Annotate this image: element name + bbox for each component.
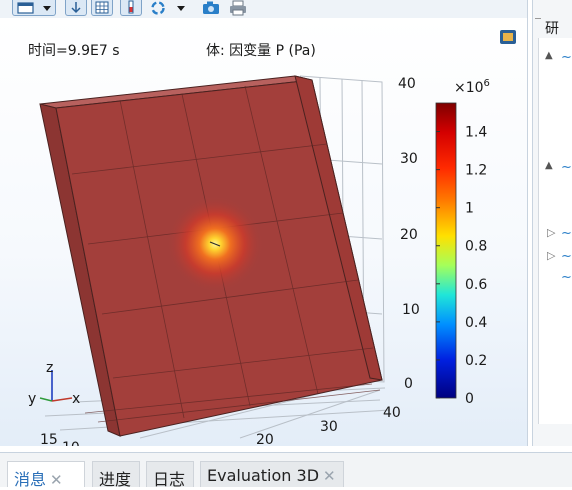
colorbar-tick-label: 0 bbox=[465, 391, 474, 407]
tab-progress[interactable]: 进度 bbox=[92, 461, 140, 489]
x-tick-label: 40 bbox=[383, 405, 401, 421]
colorbar-tick-label: 0.4 bbox=[465, 315, 487, 331]
bottom-tab-bar: 消息 ✕ 进度 日志 Evaluation 3D ✕ bbox=[0, 452, 572, 489]
camera-button[interactable] bbox=[200, 0, 222, 16]
settings-tree[interactable]: ▲ ~ ▲ ~ ▷ ~ ▷ ~ ~ bbox=[538, 38, 572, 424]
view-dropdown-button[interactable] bbox=[12, 0, 56, 16]
rotate-button[interactable] bbox=[148, 0, 170, 16]
z-tick-label: 0 bbox=[404, 376, 413, 392]
z-tick-label: 40 bbox=[398, 76, 416, 92]
z-tick-label: 20 bbox=[400, 227, 418, 243]
colorbar-tick-label: 0.6 bbox=[465, 277, 487, 293]
panel-title: 研 bbox=[545, 21, 559, 37]
colorbar-tick-label: 0.2 bbox=[465, 353, 487, 369]
expand-arrow-icon[interactable]: ▲ bbox=[545, 50, 553, 61]
tab-log[interactable]: 日志 bbox=[146, 461, 194, 489]
rotate-dropdown-button[interactable] bbox=[173, 0, 189, 16]
grid-button[interactable] bbox=[91, 0, 113, 16]
print-button[interactable] bbox=[227, 0, 249, 16]
grid-icon bbox=[95, 1, 109, 13]
rotate-icon bbox=[151, 1, 165, 15]
tab-messages[interactable]: 消息 ✕ bbox=[7, 461, 85, 489]
scene-light-button[interactable] bbox=[120, 0, 142, 16]
zoom-extents-button[interactable] bbox=[65, 0, 87, 16]
close-icon[interactable]: ✕ bbox=[50, 471, 63, 489]
colorbar bbox=[435, 102, 457, 399]
dropdown-arrow-icon bbox=[43, 5, 51, 11]
expand-arrow-icon[interactable]: ▲ bbox=[545, 160, 553, 171]
zoom-extents-icon bbox=[71, 1, 81, 13]
z-tick-label: 10 bbox=[402, 302, 420, 318]
graphics-window[interactable]: 时间=9.9E7 s 体: 因变量 P (Pa) 1.4 1.2 1 0.8 0… bbox=[0, 18, 527, 446]
y-tick-label: 15 bbox=[40, 432, 58, 446]
colorbar-tick-label: 1.2 bbox=[465, 163, 487, 179]
x-tick-label: 30 bbox=[320, 419, 338, 435]
colorbar-tick-label: 0.8 bbox=[465, 239, 487, 255]
panel-divider[interactable] bbox=[527, 0, 528, 446]
camera-icon bbox=[203, 1, 219, 14]
svg-text:y: y bbox=[28, 391, 36, 407]
tilde-icon: ~ bbox=[561, 50, 572, 65]
scene-light-icon bbox=[128, 0, 134, 13]
z-tick-label: 30 bbox=[400, 151, 418, 167]
close-icon[interactable]: ✕ bbox=[323, 467, 336, 485]
print-icon bbox=[230, 0, 246, 16]
colorbar-exponent: ×106 bbox=[454, 78, 490, 96]
view-icon bbox=[17, 1, 51, 14]
svg-text:z: z bbox=[46, 360, 53, 376]
colorbar-tick-label: 1.4 bbox=[465, 125, 487, 141]
y-tick-label: 10 bbox=[62, 440, 80, 446]
slab-geometry bbox=[39, 75, 383, 437]
tilde-icon: ~ bbox=[561, 160, 572, 175]
axis-triad: z y x bbox=[28, 360, 80, 407]
collapse-arrow-icon[interactable]: ▷ bbox=[547, 226, 555, 239]
tab-evaluation-3d[interactable]: Evaluation 3D ✕ bbox=[200, 461, 344, 487]
dropdown-arrow-icon bbox=[177, 6, 185, 11]
colorbar-tick-label: 1 bbox=[465, 201, 474, 217]
tilde-icon: ~ bbox=[561, 270, 572, 285]
graphics-toolbar bbox=[0, 0, 528, 18]
x-tick-label: 20 bbox=[256, 432, 274, 446]
tilde-icon: ~ bbox=[561, 226, 572, 241]
plot-3d-view: 1.41.210.80.60.40.20 ×106 40 30 20 10 0 … bbox=[28, 75, 490, 446]
collapse-arrow-icon[interactable]: ▷ bbox=[547, 249, 555, 262]
svg-text:x: x bbox=[72, 391, 80, 407]
tilde-icon: ~ bbox=[561, 249, 572, 264]
